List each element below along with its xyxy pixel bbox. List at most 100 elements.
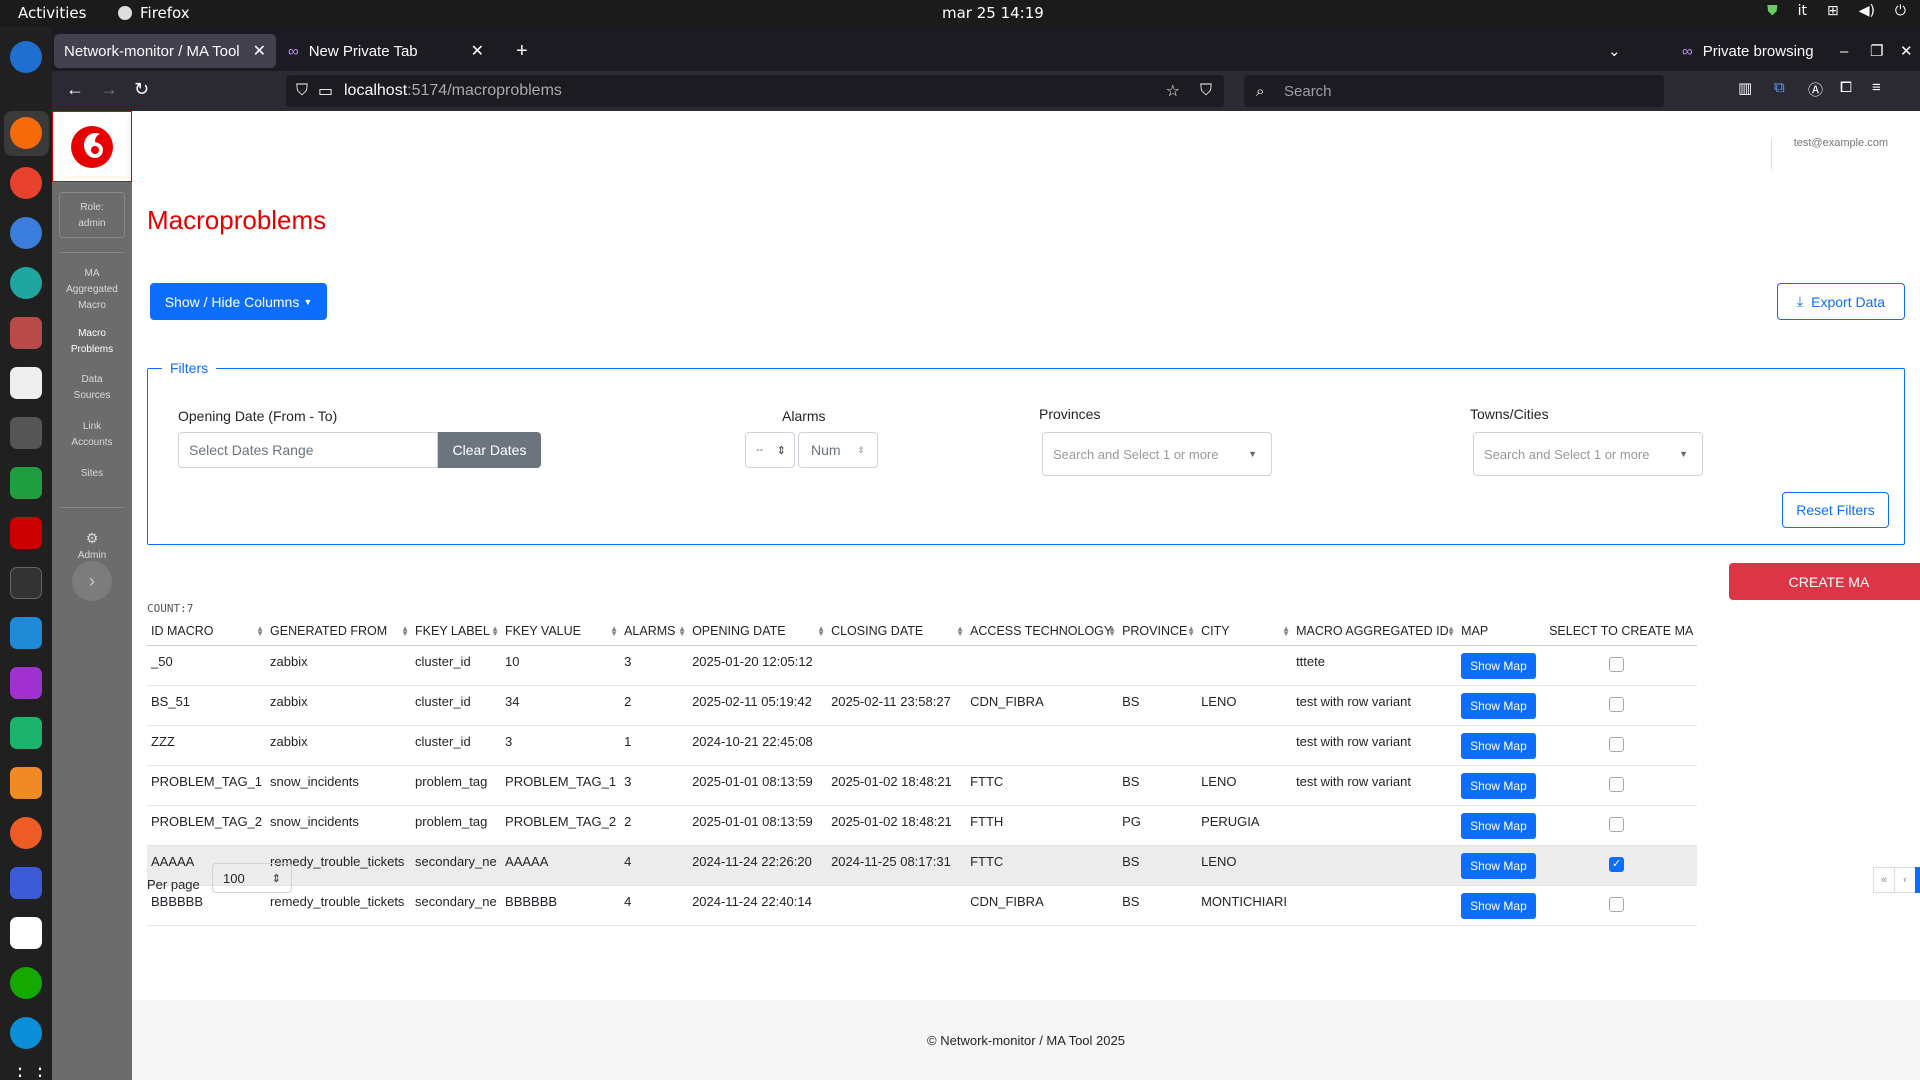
reset-filters-button[interactable]: Reset Filters [1782,492,1889,528]
shield-icon[interactable]: ⛉ [296,82,308,100]
column-header-city[interactable]: CITY ▲ ▼ [1197,618,1293,646]
spinner-icon[interactable]: ⇳ [857,445,865,456]
per-page-select[interactable]: 100 ⇕ [212,863,292,893]
column-header-macro-aggregated-id[interactable]: MACRO AGGREGATED ID ▲ ▼ [1292,618,1458,646]
minimize-icon[interactable]: – [1830,34,1858,68]
new-tab-button[interactable]: + [506,34,538,68]
menu-icon[interactable]: ≡ [1872,79,1881,96]
show-map-button[interactable]: Show Map [1461,772,1536,799]
search-bar[interactable]: ⌕ Search [1244,75,1664,107]
postman-icon[interactable] [10,817,42,849]
sort-icon[interactable]: ▲ ▼ [678,625,686,638]
table-row[interactable]: AAAAA remedy_trouble_tickets secondary_ne A… [147,845,1698,886]
sidebar-item-sites[interactable]: Sites [52,466,132,482]
column-header-generated-from[interactable]: GENERATED FROM ▲ ▼ [266,618,412,646]
files-icon[interactable] [10,317,42,349]
back-icon[interactable]: ← [66,79,84,100]
sidebar-item-link-accounts[interactable]: Link Accounts [52,419,132,451]
activities-button[interactable]: Activities [18,4,86,22]
show-map-button[interactable]: Show Map [1461,732,1536,759]
column-header-closing-date[interactable]: CLOSING DATE ▲ ▼ [827,618,967,646]
chromium-icon[interactable] [10,217,42,249]
tab-network-monitor[interactable]: Network-monitor / MA Tool ✕ [54,34,276,68]
sidebar-toggle-chevron-icon[interactable]: › [72,561,112,601]
show-map-button[interactable]: Show Map [1461,812,1536,839]
show-hide-columns-button[interactable]: Show / Hide Columns ▼ [150,283,327,320]
page-button-current[interactable]: 1 [1915,867,1920,893]
export-data-button[interactable]: ⤓ Export Data [1777,283,1905,320]
select-checkbox[interactable] [1609,736,1625,752]
close-icon[interactable]: ✕ [471,41,484,61]
forward-icon[interactable]: → [100,79,118,100]
column-header-alarms[interactable]: ALARMS ▲ ▼ [620,618,689,646]
column-header-access-technology[interactable]: ACCESS TECHNOLOGY ▲ ▼ [966,618,1119,646]
column-header-province[interactable]: PROVINCE ▲ ▼ [1118,618,1198,646]
spreadsheet-icon[interactable] [10,467,42,499]
close-icon[interactable]: ✕ [253,41,266,61]
provinces-select[interactable]: Search and Select 1 or more ▼ [1042,432,1272,476]
list-tabs-icon[interactable]: ⌄ [1598,34,1631,68]
show-map-button[interactable]: Show Map [1461,692,1536,719]
upwork-icon[interactable] [10,967,42,999]
towns-select[interactable]: Search and Select 1 or more ▼ [1473,432,1703,476]
select-checkbox[interactable] [1609,696,1625,712]
show-map-button[interactable]: Show Map [1461,852,1536,879]
firefox-icon[interactable] [10,117,42,149]
system-tray[interactable]: ⛊ it ⊞ ◀) ⏻ [1767,3,1906,19]
url-bar[interactable]: ⛉ ▭ localhost:5174/macroproblems ☆ ⛉ [286,75,1224,107]
tab-private[interactable]: ∞ New Private Tab ✕ [278,34,494,68]
sort-icon[interactable]: ▲ ▼ [1187,625,1195,638]
inkscape-icon[interactable] [10,917,42,949]
clock[interactable]: mar 25 14:19 [942,4,1044,22]
extensions-icon[interactable]: ⧠ [1840,79,1852,96]
restore-icon[interactable]: ❐ [1860,34,1893,68]
select-checkbox[interactable]: ✓ [1609,856,1625,872]
create-ma-button[interactable]: CREATE MA [1729,563,1920,600]
close-window-icon[interactable]: ✕ [1890,34,1920,68]
sidebar-item-macro-problems[interactable]: Macro Problems [52,326,132,358]
app-menu[interactable]: Firefox [118,4,190,22]
pocket-icon[interactable]: ⛉ [1200,82,1212,100]
table-row[interactable]: BS_51 zabbix cluster_id 34 2 2025-02-11 05:19… [147,685,1698,726]
sort-icon[interactable]: ▲ ▼ [956,625,964,638]
sidebar-item-ma-aggregated[interactable]: MA Aggregated Macro [52,266,132,314]
phpstorm-icon[interactable] [10,667,42,699]
column-header-fkey-label[interactable]: FKEY LABEL ▲ ▼ [411,618,502,646]
thunderbird-icon[interactable] [10,41,42,73]
terminal-icon[interactable] [10,567,42,599]
table-row[interactable]: PROBLEM_TAG_2 snow_incidents problem_tag PR… [147,805,1698,846]
sort-icon[interactable]: ▲ ▼ [610,625,618,638]
translate-icon[interactable]: ⧉ [1774,79,1785,96]
app-grid-icon[interactable]: ⋮⋮ [10,1063,50,1080]
first-page-button[interactable]: « [1873,867,1895,893]
select-checkbox[interactable] [1609,816,1625,832]
user-email[interactable]: test@example.com [1770,138,1888,169]
clear-dates-button[interactable]: Clear Dates [438,432,541,468]
select-checkbox[interactable] [1609,896,1625,912]
gimp-icon[interactable] [10,417,42,449]
table-row[interactable]: BBBBBB remedy_trouble_tickets secondary_ne… [147,885,1698,926]
sublime-icon[interactable] [10,767,42,799]
account-icon[interactable]: Ⓐ [1808,79,1823,100]
select-checkbox[interactable] [1609,776,1625,792]
code-icon[interactable] [10,867,42,899]
filezilla-icon[interactable] [10,517,42,549]
sort-icon[interactable]: ▲ ▼ [256,625,264,638]
dates-range-input[interactable]: Select Dates Range [178,432,438,468]
show-map-button[interactable]: Show Map [1461,652,1536,679]
skype-icon[interactable] [10,1017,42,1049]
alarms-num-input[interactable]: Num ⇳ [798,432,878,468]
table-row[interactable]: PROBLEM_TAG_1 snow_incidents problem_tag PR… [147,765,1698,806]
chrome-icon[interactable] [10,167,42,199]
sort-icon[interactable]: ▲ ▼ [401,625,409,638]
vscode-icon[interactable] [10,617,42,649]
alarms-operator-select[interactable]: -- ⇕ [745,432,795,468]
sort-icon[interactable]: ▲ ▼ [1282,625,1290,638]
show-map-button[interactable]: Show Map [1461,892,1536,919]
edge-beta-icon[interactable] [10,267,42,299]
table-row[interactable]: ZZZ zabbix cluster_id 3 1 2024-10-21 22:45:08… [147,725,1698,766]
text-editor-icon[interactable] [10,367,42,399]
select-checkbox[interactable] [1609,656,1625,672]
column-header-fkey-value[interactable]: FKEY VALUE ▲ ▼ [501,618,621,646]
sort-icon[interactable]: ▲ ▼ [817,625,825,638]
